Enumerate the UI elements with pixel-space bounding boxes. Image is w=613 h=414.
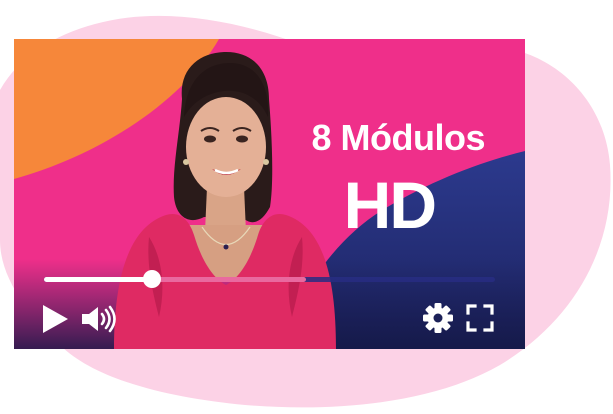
fullscreen-icon[interactable]: [466, 304, 494, 332]
video-title-modules: 8 Módulos: [311, 117, 486, 158]
play-icon[interactable]: [40, 303, 70, 335]
progress-played: [44, 277, 153, 282]
progress-buffered: [152, 277, 306, 282]
video-player[interactable]: 8 Módulos HD: [14, 39, 525, 349]
video-title-hd: HD: [343, 168, 437, 242]
gear-icon[interactable]: [422, 302, 454, 334]
volume-icon[interactable]: [80, 305, 118, 333]
presenter-woman: [114, 51, 336, 349]
progress-bar[interactable]: [44, 270, 495, 288]
